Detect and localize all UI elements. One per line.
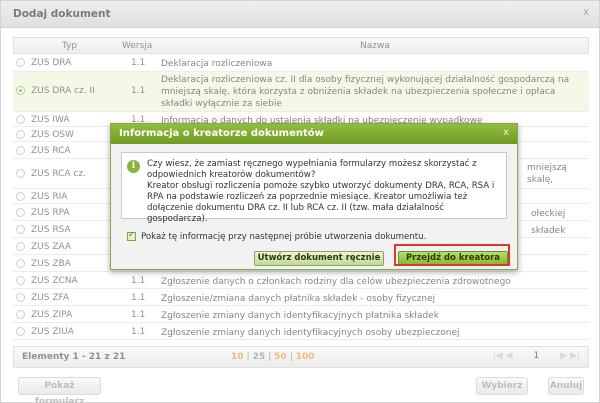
info-icon: i xyxy=(127,160,140,173)
show-again-checkbox[interactable] xyxy=(127,230,136,241)
message-line-1: Czy wiesz, że zamiast ręcznego wypełnian… xyxy=(147,159,477,180)
modal-title-text: Informacja o kreatorze dokumentów xyxy=(119,128,324,139)
modal-title: Informacja o kreatorze dokumentów xyxy=(111,124,517,144)
modal-message: Czy wiesz, że zamiast ręcznego wypełnian… xyxy=(147,159,503,225)
modal-message-box: i Czy wiesz, że zamiast ręcznego wypełni… xyxy=(121,152,507,224)
message-line-2: Kreator obsługi rozliczenia pomoże szybk… xyxy=(147,181,495,224)
create-manually-button[interactable]: Utwórz dokument ręcznie xyxy=(254,251,384,266)
wizard-button-highlight xyxy=(394,244,510,266)
close-icon[interactable]: x xyxy=(503,127,509,138)
show-again-label: Pokaż tę informację przy następnej próbi… xyxy=(141,232,427,242)
